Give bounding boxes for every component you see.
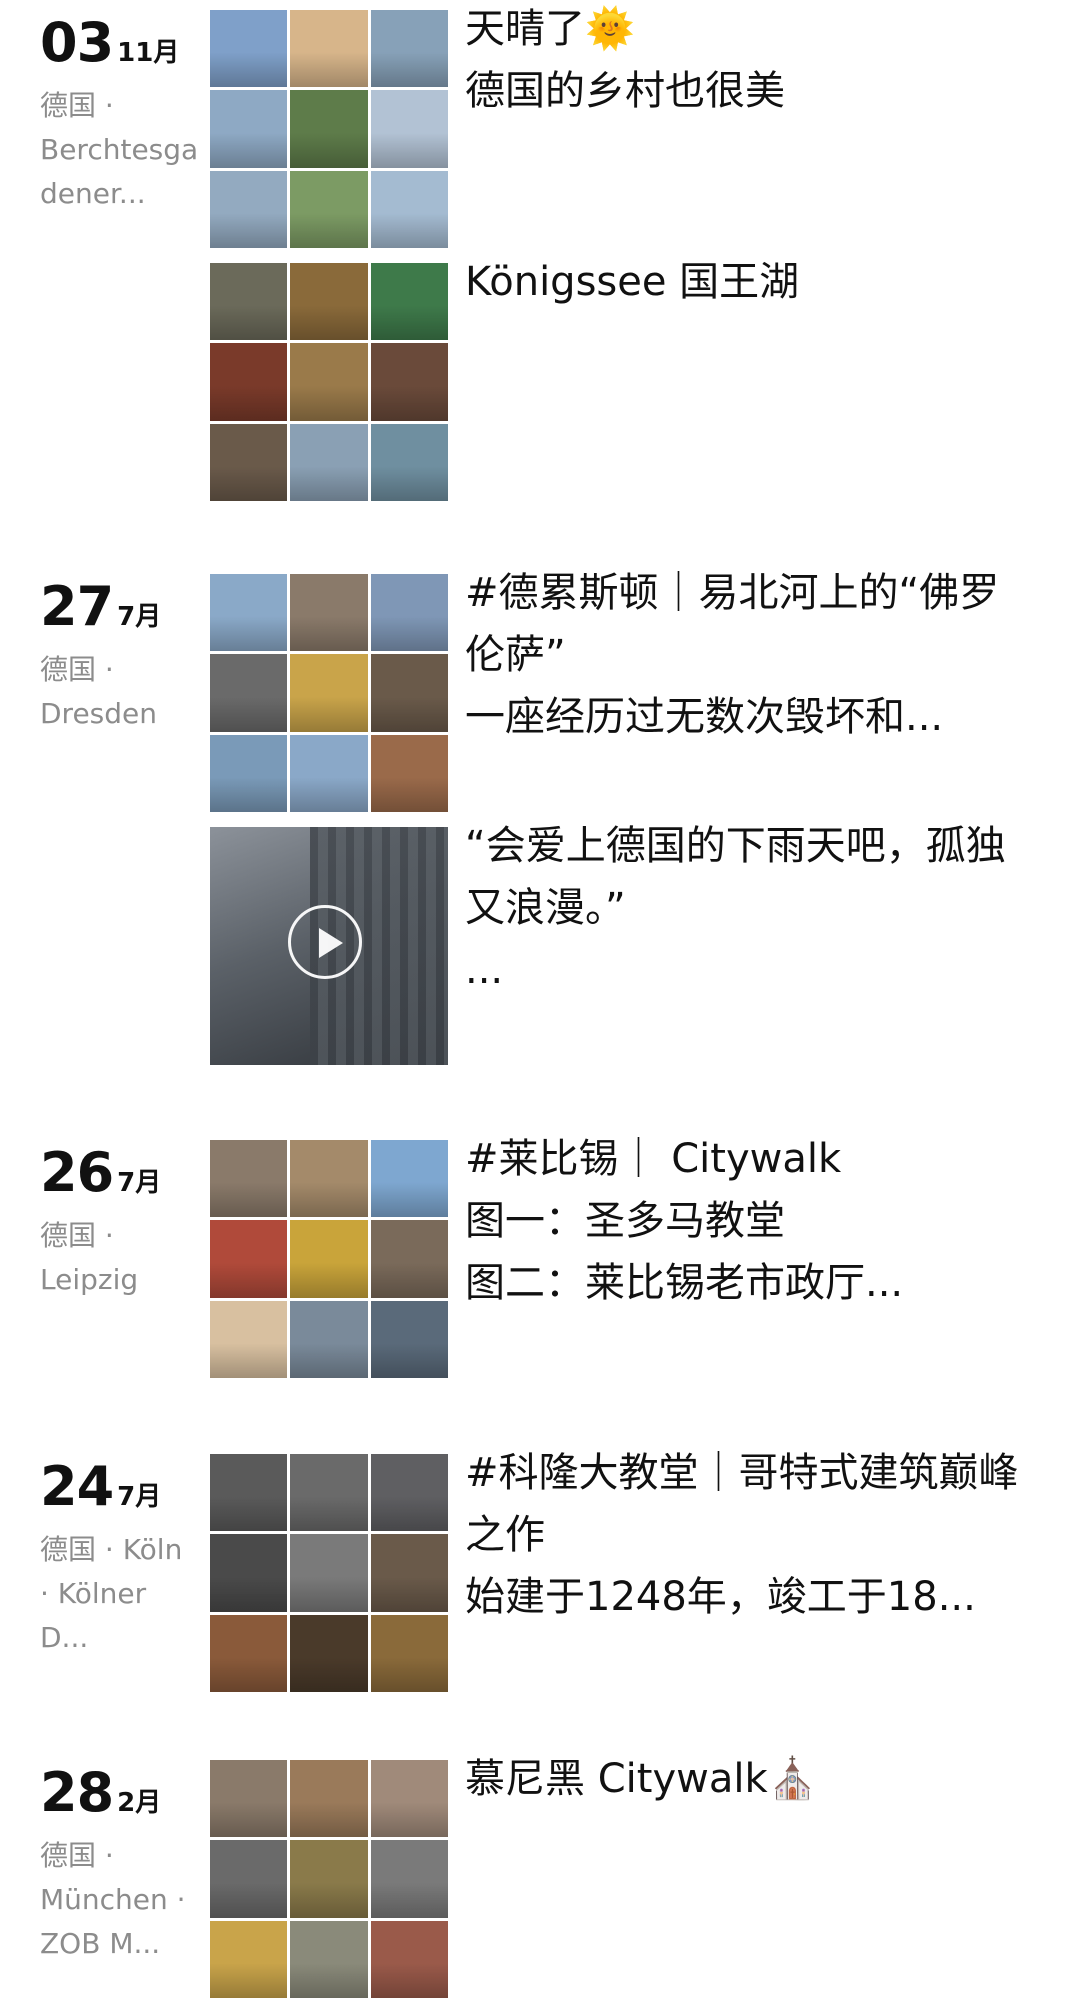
photo-grid[interactable]	[210, 1140, 448, 1378]
photo-thumbnail[interactable]	[210, 734, 288, 812]
photo-thumbnail[interactable]	[290, 1300, 368, 1378]
photo-thumbnail[interactable]	[210, 1920, 288, 1998]
photo-thumbnail[interactable]	[370, 1614, 448, 1692]
entry-date: 24 7月 德国 · Köln · Kölner D...	[40, 1454, 200, 1660]
entry-location: 德国 · Köln · Kölner D...	[40, 1533, 183, 1654]
photo-grid[interactable]	[210, 1760, 448, 1998]
entry-date: 28 2月 德国 · München · ZOB M...	[40, 1760, 200, 1966]
post-text: #德累斯顿｜易北河上的“佛罗伦萨” 一座经历过无数次毁坏和...	[465, 570, 1000, 740]
photo-thumbnail[interactable]	[290, 1920, 368, 1998]
photo-thumbnail[interactable]	[210, 1760, 288, 1838]
photo-thumbnail[interactable]	[290, 734, 368, 812]
photo-grid[interactable]	[210, 574, 448, 812]
entry-month: 7月	[117, 1482, 162, 1512]
photo-thumbnail[interactable]	[290, 1840, 368, 1918]
photo-thumbnail[interactable]	[370, 654, 448, 732]
entry-location: 德国 · München · ZOB M...	[40, 1839, 186, 1960]
photo-thumbnail[interactable]	[290, 1454, 368, 1532]
photo-thumbnail[interactable]	[210, 1454, 288, 1532]
entry-day: 03	[40, 11, 114, 74]
photo-thumbnail[interactable]	[290, 343, 368, 421]
photo-thumbnail[interactable]	[370, 90, 448, 168]
photo-thumbnail[interactable]	[290, 1140, 368, 1218]
video-thumbnail[interactable]	[210, 827, 448, 1065]
photo-thumbnail[interactable]	[210, 1140, 288, 1218]
photo-thumbnail[interactable]	[210, 263, 288, 341]
photo-thumbnail[interactable]	[210, 90, 288, 168]
photo-thumbnail[interactable]	[290, 1220, 368, 1298]
photo-thumbnail[interactable]	[370, 343, 448, 421]
photo-thumbnail[interactable]	[370, 1140, 448, 1218]
entry-date: 26 7月 德国 · Leipzig	[40, 1140, 200, 1302]
photo-thumbnail[interactable]	[370, 1454, 448, 1532]
photo-thumbnail[interactable]	[290, 263, 368, 341]
entry-date: 27 7月 德国 · Dresden	[40, 574, 200, 736]
photo-grid[interactable]	[210, 263, 448, 501]
entry-day: 26	[40, 1141, 114, 1204]
photo-thumbnail[interactable]	[370, 1534, 448, 1612]
post-text: 天晴了🌞 德国的乡村也很美	[465, 6, 785, 114]
photo-thumbnail[interactable]	[290, 1614, 368, 1692]
entry-date: 03 11月 德国 · Berchtesgadener...	[40, 10, 200, 216]
photo-thumbnail[interactable]	[370, 263, 448, 341]
entry-location: 德国 · Leipzig	[40, 1219, 139, 1296]
entry-month: 11月	[117, 38, 180, 68]
photo-thumbnail[interactable]	[370, 170, 448, 248]
photo-thumbnail[interactable]	[290, 170, 368, 248]
photo-thumbnail[interactable]	[290, 10, 368, 88]
entry-day: 28	[40, 1761, 114, 1824]
photo-thumbnail[interactable]	[290, 423, 368, 501]
photo-thumbnail[interactable]	[290, 1760, 368, 1838]
photo-thumbnail[interactable]	[370, 734, 448, 812]
photo-grid[interactable]	[210, 10, 448, 248]
photo-thumbnail[interactable]	[210, 654, 288, 732]
photo-thumbnail[interactable]	[370, 1840, 448, 1918]
photo-grid[interactable]	[210, 1454, 448, 1692]
entry-month: 2月	[117, 1788, 162, 1818]
post-text: 慕尼黑 Citywalk⛪	[465, 1756, 818, 1802]
photo-thumbnail[interactable]	[370, 10, 448, 88]
photo-thumbnail[interactable]	[210, 1614, 288, 1692]
entry-location: 德国 · Berchtesgadener...	[40, 89, 199, 210]
post-text: #科隆大教堂｜哥特式建筑巅峰之作 始建于1248年，竣工于18...	[465, 1450, 1019, 1620]
photo-thumbnail[interactable]	[210, 574, 288, 652]
photo-thumbnail[interactable]	[370, 1920, 448, 1998]
photo-thumbnail[interactable]	[370, 574, 448, 652]
entry-day: 27	[40, 575, 114, 638]
play-icon[interactable]	[288, 905, 362, 979]
entry-location: 德国 · Dresden	[40, 653, 158, 730]
photo-thumbnail[interactable]	[210, 10, 288, 88]
photo-thumbnail[interactable]	[210, 1220, 288, 1298]
post-text: “会爱上德国的下雨天吧，孤独又浪漫。” ...	[465, 823, 1006, 993]
photo-thumbnail[interactable]	[370, 1300, 448, 1378]
photo-thumbnail[interactable]	[290, 654, 368, 732]
photo-thumbnail[interactable]	[290, 1534, 368, 1612]
entry-month: 7月	[117, 602, 162, 632]
photo-thumbnail[interactable]	[290, 90, 368, 168]
post-text: #莱比锡｜ Citywalk 图一：圣多马教堂 图二：莱比锡老市政厅...	[465, 1136, 904, 1306]
photo-thumbnail[interactable]	[370, 423, 448, 501]
photo-thumbnail[interactable]	[210, 170, 288, 248]
photo-thumbnail[interactable]	[290, 574, 368, 652]
photo-thumbnail[interactable]	[210, 343, 288, 421]
entry-day: 24	[40, 1455, 114, 1518]
photo-thumbnail[interactable]	[210, 1840, 288, 1918]
photo-thumbnail[interactable]	[210, 1534, 288, 1612]
post-text: Königssee 国王湖	[465, 259, 800, 305]
photo-thumbnail[interactable]	[370, 1220, 448, 1298]
photo-thumbnail[interactable]	[370, 1760, 448, 1838]
photo-thumbnail[interactable]	[210, 1300, 288, 1378]
entry-month: 7月	[117, 1168, 162, 1198]
photo-thumbnail[interactable]	[210, 423, 288, 501]
